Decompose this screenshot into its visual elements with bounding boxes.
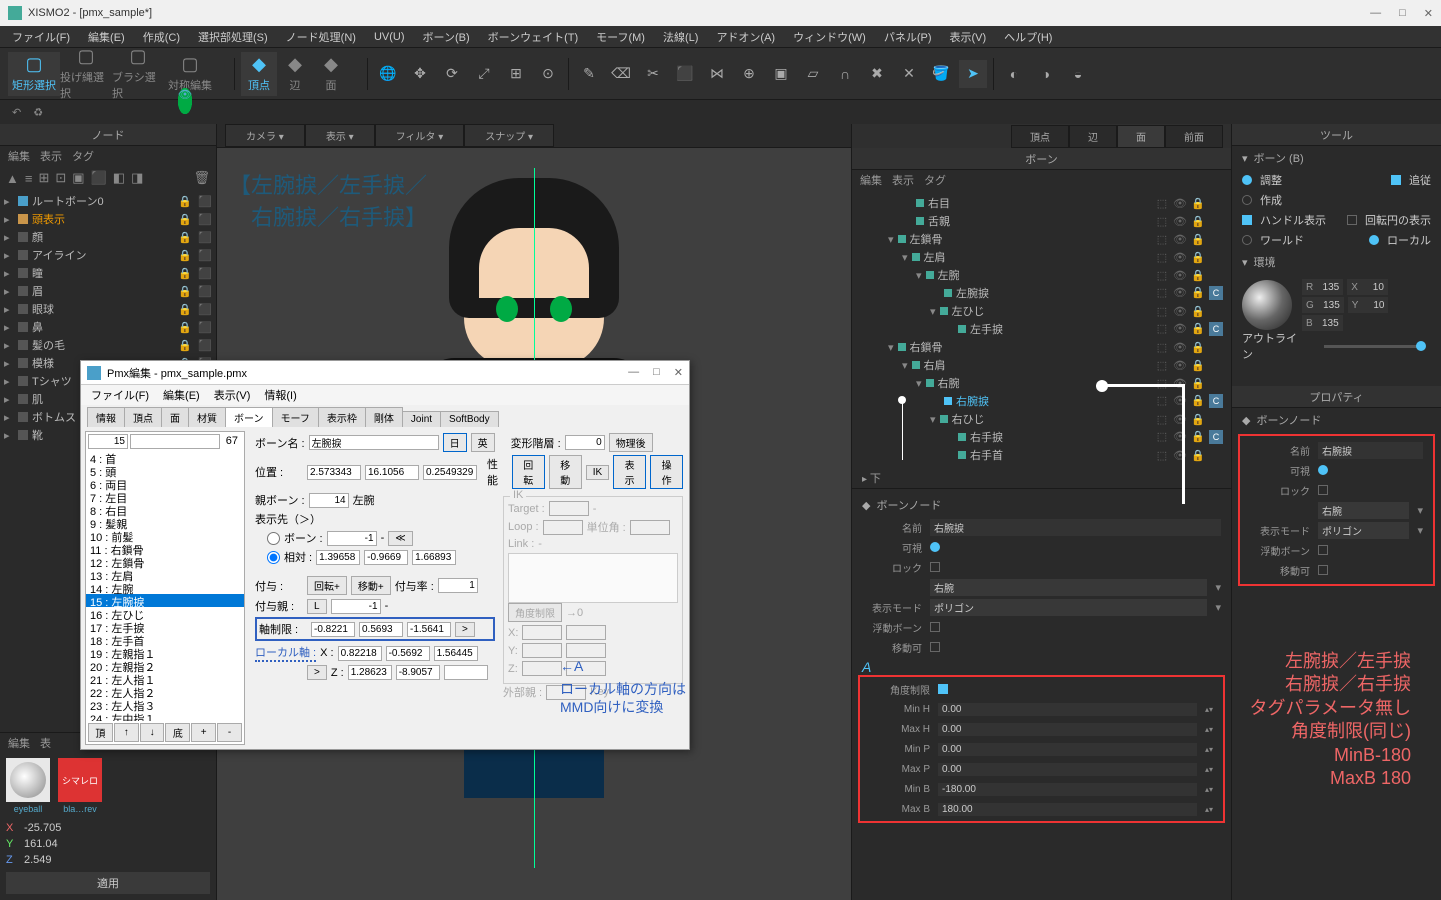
- magnet-icon[interactable]: ∩: [831, 60, 859, 88]
- menu-item[interactable]: パネル(P): [876, 27, 940, 47]
- coord-y: 161.04: [24, 838, 58, 850]
- link-icon[interactable]: ✖: [863, 60, 891, 88]
- close-button[interactable]: ✕: [1424, 7, 1433, 20]
- bone-item[interactable]: 左腕捩⬚👁🔒C: [852, 284, 1231, 302]
- redo-icon[interactable]: ♻: [33, 106, 43, 119]
- menu-item[interactable]: ノード処理(N): [278, 27, 364, 47]
- main-toolbar: ▢矩形選択▢投げ縄選択▢ブラシ選択▢対称編集 ◆頂点◆辺◆面 🌐 ✥ ⟳ ⤢ ⊞…: [0, 48, 1441, 100]
- move-icon[interactable]: ✥: [406, 60, 434, 88]
- tree-item[interactable]: ▸ルートボーン0👁🔒⬛: [0, 192, 216, 210]
- bone-item[interactable]: 右腕捩⬚👁🔒C: [852, 392, 1231, 410]
- menu-item[interactable]: 法線(L): [655, 27, 706, 47]
- erase-icon[interactable]: ⌫: [607, 60, 635, 88]
- menu-item[interactable]: 編集(E): [80, 27, 133, 47]
- target-icon[interactable]: ⊙: [534, 60, 562, 88]
- tree-item[interactable]: ▸頭表示👁🔒⬛: [0, 210, 216, 228]
- bone-panel: 頂点辺面前面 ボーン 編集表示タグ 右目⬚👁🔒舌親⬚👁🔒▾左鎖骨⬚👁🔒▾左肩⬚👁…: [851, 124, 1231, 900]
- cube-icon[interactable]: ▣: [767, 60, 795, 88]
- tool-投げ縄選択[interactable]: ▢投げ縄選択: [60, 52, 112, 96]
- coord-z: 2.549: [24, 854, 52, 866]
- merge-icon[interactable]: ⊕: [735, 60, 763, 88]
- minimize-button[interactable]: —: [1370, 7, 1381, 20]
- list-index-input[interactable]: [88, 434, 128, 449]
- env-preview[interactable]: [1242, 280, 1292, 330]
- bone-item[interactable]: ▾右腕⬚👁🔒: [852, 374, 1231, 392]
- node-panel-title: ノード: [0, 124, 216, 146]
- bone-item[interactable]: ▾左肩⬚👁🔒: [852, 248, 1231, 266]
- menu-item[interactable]: モーフ(M): [588, 27, 653, 47]
- menu-item[interactable]: ヘルプ(H): [996, 27, 1060, 47]
- shape2-icon[interactable]: ◑: [1032, 60, 1060, 88]
- shape1-icon[interactable]: ◐: [1000, 60, 1028, 88]
- tree-item[interactable]: ▸顔👁🔒⬛: [0, 228, 216, 246]
- cross-icon[interactable]: ✕: [895, 60, 923, 88]
- snap-icon[interactable]: ⊞: [502, 60, 530, 88]
- pencil-icon[interactable]: ✎: [575, 60, 603, 88]
- tree-item[interactable]: ▸髪の毛👁🔒⬛: [0, 336, 216, 354]
- window-titlebar: XISMO2 - [pmx_sample*] — □ ✕: [0, 0, 1441, 26]
- connect-icon[interactable]: ⋈: [703, 60, 731, 88]
- bone-item[interactable]: ▾左腕⬚👁🔒: [852, 266, 1231, 284]
- tool-矩形選択[interactable]: ▢矩形選択: [8, 52, 60, 96]
- bone-item[interactable]: ▾右ひじ⬚👁🔒: [852, 410, 1231, 428]
- bone-item[interactable]: 右目⬚👁🔒: [852, 194, 1231, 212]
- rotate-icon[interactable]: ⟳: [438, 60, 466, 88]
- tool-ブラシ選択[interactable]: ▢ブラシ選択: [112, 52, 164, 96]
- globe-icon[interactable]: 🌐: [374, 60, 402, 88]
- window-title: XISMO2 - [pmx_sample*]: [28, 7, 152, 19]
- tree-item[interactable]: ▸瞳👁🔒⬛: [0, 264, 216, 282]
- main-menubar: ファイル(F)編集(E)作成(C)選択部処理(S)ノード処理(N)UV(U)ボー…: [0, 26, 1441, 48]
- menu-item[interactable]: ファイル(F): [4, 27, 78, 47]
- maximize-button[interactable]: □: [1399, 7, 1406, 20]
- tree-item[interactable]: ▸アイライン👁🔒⬛: [0, 246, 216, 264]
- apply-button[interactable]: 適用: [6, 872, 210, 894]
- bone-item[interactable]: 左手捩⬚👁🔒C: [852, 320, 1231, 338]
- secondary-toolbar: ↶ ♻: [0, 100, 1441, 124]
- menu-item[interactable]: アドオン(A): [708, 27, 783, 47]
- menu-item[interactable]: ボーンウェイト(T): [480, 27, 587, 47]
- edit-tools: ✎ ⌫ ✂ ⬛ ⋈ ⊕ ▣ ▱ ∩ ✖ ✕ 🪣 ➤: [575, 60, 987, 88]
- bone-item[interactable]: ▾右肩⬚👁🔒: [852, 356, 1231, 374]
- menu-item[interactable]: UV(U): [366, 29, 413, 45]
- menu-item[interactable]: 表示(V): [942, 27, 995, 47]
- outline-slider[interactable]: [1324, 345, 1421, 348]
- menu-item[interactable]: 選択部処理(S): [190, 27, 276, 47]
- coord-x: -25.705: [24, 822, 61, 834]
- arrow-tool-icon[interactable]: ➤: [959, 60, 987, 88]
- transform-tools: 🌐 ✥ ⟳ ⤢ ⊞ ⊙: [374, 60, 562, 88]
- app-icon: [8, 6, 22, 20]
- bone-item[interactable]: ▾左鎖骨⬚👁🔒: [852, 230, 1231, 248]
- extrude-icon[interactable]: ⬛: [671, 60, 699, 88]
- bone-item[interactable]: ▾左ひじ⬚👁🔒: [852, 302, 1231, 320]
- bone-item[interactable]: 舌親⬚👁🔒: [852, 212, 1231, 230]
- bone-item[interactable]: 右手捩⬚👁🔒C: [852, 428, 1231, 446]
- tree-item[interactable]: ▸眉👁🔒⬛: [0, 282, 216, 300]
- bucket-icon[interactable]: 🪣: [927, 60, 955, 88]
- shape3-icon[interactable]: ◒: [1064, 60, 1092, 88]
- node-name[interactable]: 右腕捩: [930, 519, 1221, 536]
- angle-limit-check[interactable]: [938, 684, 948, 694]
- menu-item[interactable]: ボーン(B): [415, 27, 478, 47]
- node-icon-strip: ▲≡⊞⊡▣⬛◧◨🗑: [0, 166, 216, 190]
- overlay-title: 【左腕捩／左手捩／ 右腕捩／右手捩】: [229, 168, 427, 232]
- tree-item[interactable]: ▸鼻👁🔒⬛: [0, 318, 216, 336]
- bone-panel-title: ボーン: [852, 148, 1231, 170]
- bone-item[interactable]: ▾右鎖骨⬚👁🔒: [852, 338, 1231, 356]
- undo-icon[interactable]: ↶: [12, 106, 21, 119]
- node-lock[interactable]: [930, 562, 940, 572]
- tree-item[interactable]: ▸眼球👁🔒⬛: [0, 300, 216, 318]
- bone-item[interactable]: 右手首⬚👁🔒: [852, 446, 1231, 464]
- menu-item[interactable]: ウィンドウ(W): [785, 27, 874, 47]
- node-visible[interactable]: [930, 542, 940, 552]
- menu-item[interactable]: 作成(C): [135, 27, 188, 47]
- plane-icon[interactable]: ▱: [799, 60, 827, 88]
- knife-icon[interactable]: ✂: [639, 60, 667, 88]
- scale-icon[interactable]: ⤢: [470, 60, 498, 88]
- pmx-icon: [87, 366, 101, 380]
